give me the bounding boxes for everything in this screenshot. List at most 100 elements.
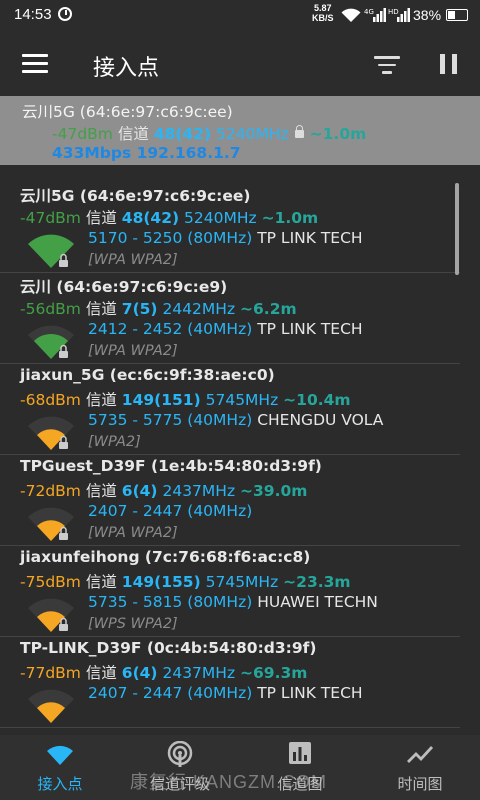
ap-channel: 149(151) <box>121 391 201 409</box>
wifi-signal-icon <box>28 598 74 632</box>
connected-channel: 48(42) <box>153 125 212 143</box>
ap-details: -68dBm 信道 149(151) 5745MHz ~10.4m <box>20 388 351 410</box>
ap-rssi: -75dBm <box>20 573 81 591</box>
wifi-signal-icon <box>28 507 74 541</box>
ap-security: [WPA WPA2] <box>88 252 178 268</box>
ap-channel-label: 信道 <box>85 300 117 318</box>
status-bar: 14:53 5.87 KB/S 4G HD 38% <box>0 0 480 32</box>
ap-rssi: -47dBm <box>20 209 81 227</box>
wifi-signal-icon <box>28 416 74 450</box>
connected-rssi: -47dBm <box>52 125 113 143</box>
list-item[interactable]: jiaxun_5G (ec:6c:9f:38:ae:c0) -68dBm 信道 … <box>0 364 460 455</box>
ap-security: [WPA2] <box>88 434 141 450</box>
ap-freq-range: 2407 - 2447 (40MHz) <box>88 502 253 520</box>
status-time: 14:53 <box>14 6 52 23</box>
ap-details: -72dBm 信道 6(4) 2437MHz ~39.0m <box>20 479 307 501</box>
svg-text:HD: HD <box>388 8 399 16</box>
ap-distance: ~6.2m <box>240 300 297 318</box>
wifi-signal-icon <box>28 234 74 268</box>
ap-rssi: -77dBm <box>20 664 81 682</box>
access-point-list[interactable]: 云川5G (64:6e:97:c6:9c:ee) -47dBm 信道 48(42… <box>0 165 480 735</box>
connected-distance: ~1.0m <box>309 125 367 143</box>
ap-range-info: 2412 - 2452 (40MHz) TP LINK TECH <box>88 320 363 338</box>
wifi-icon <box>47 745 73 765</box>
list-item[interactable]: 云川5G (64:6e:97:c6:9c:ee) -47dBm 信道 48(42… <box>0 182 460 273</box>
ap-distance: ~1.0m <box>261 209 319 227</box>
ap-freq-range: 5170 - 5250 (80MHz) <box>88 229 253 247</box>
watermark: 康复行 KANGZM.COM <box>130 772 327 792</box>
ap-distance: ~69.3m <box>240 664 308 682</box>
wifi-signal-icon <box>28 325 74 359</box>
ap-channel-label: 信道 <box>85 482 117 500</box>
ap-channel: 149(155) <box>121 573 201 591</box>
ap-frequency: 5745MHz <box>205 573 279 591</box>
ap-ssid: 云川5G (64:6e:97:c6:9c:ee) <box>20 187 251 205</box>
ap-rssi: -72dBm <box>20 482 81 500</box>
ap-distance: ~10.4m <box>283 391 351 409</box>
ap-ssid: jiaxunfeihong (7c:76:68:f6:ac:c8) <box>20 548 311 566</box>
list-scrollbar[interactable] <box>455 183 459 275</box>
ap-ssid: TPGuest_D39F (1e:4b:54:80:d3:9f) <box>20 457 322 475</box>
app-bar: 接入点 <box>0 32 480 96</box>
ap-vendor: TP LINK TECH <box>257 320 363 338</box>
menu-icon[interactable] <box>22 54 48 74</box>
list-item[interactable]: jiaxunfeihong (7c:76:68:f6:ac:c8) -75dBm… <box>0 546 460 637</box>
network-speed-value: 5.87 <box>313 3 332 13</box>
connected-link-info: 433Mbps 192.168.1.7 <box>52 144 241 162</box>
lock-icon <box>294 125 304 138</box>
ap-channel: 6(4) <box>121 664 158 682</box>
ap-freq-range: 2412 - 2452 (40MHz) <box>88 320 253 338</box>
connected-link-speed: 433Mbps <box>52 144 132 162</box>
ap-security: [WPS WPA2] <box>88 616 178 632</box>
ap-range-info: 2407 - 2447 (40MHz) TP LINK TECH <box>88 684 363 702</box>
ap-channel-label: 信道 <box>85 573 117 591</box>
filter-icon[interactable] <box>374 56 400 74</box>
connected-frequency: 5240MHz <box>216 125 289 143</box>
ap-frequency: 5745MHz <box>205 391 279 409</box>
ap-range-info: 2407 - 2447 (40MHz) <box>88 502 252 520</box>
alarm-icon <box>58 7 72 21</box>
tab-label: 接入点 <box>37 775 83 793</box>
wifi-status-icon <box>341 8 361 22</box>
ap-frequency: 2437MHz <box>162 482 236 500</box>
bar-chart-icon <box>289 742 311 764</box>
network-speed-unit: KB/S <box>312 13 334 23</box>
ap-vendor: CHENGDU VOLA <box>257 411 384 429</box>
ap-distance: ~23.3m <box>283 573 351 591</box>
list-item[interactable]: TP-LINK_D39F (0c:4b:54:80:d3:9f) -77dBm … <box>0 637 460 728</box>
ap-ssid: jiaxun_5G (ec:6c:9f:38:ae:c0) <box>20 366 275 384</box>
ap-ssid: TP-LINK_D39F (0c:4b:54:80:d3:9f) <box>20 639 317 657</box>
connected-access-point[interactable]: 云川5G (64:6e:97:c6:9c:ee) -47dBm 信道 48(42… <box>0 96 480 165</box>
ap-freq-range: 5735 - 5775 (40MHz) <box>88 411 253 429</box>
connected-details: -47dBm 信道 48(42) 5240MHz ~1.0m <box>52 122 366 144</box>
connected-channel-label: 信道 <box>117 125 149 143</box>
list-item[interactable]: 云川 (64:6e:97:c6:9c:e9) -56dBm 信道 7(5) 24… <box>0 273 460 364</box>
list-item[interactable]: TPGuest_D39F (1e:4b:54:80:d3:9f) -72dBm … <box>0 455 460 546</box>
connected-ip: 192.168.1.7 <box>136 144 241 162</box>
tab-access-points[interactable]: 接入点 <box>0 735 120 800</box>
connected-ssid: 云川5G (64:6e:97:c6:9c:ee) <box>22 103 233 121</box>
channel-rating-icon <box>167 741 193 767</box>
ap-frequency: 5240MHz <box>184 209 257 227</box>
ap-details: -47dBm 信道 48(42) 5240MHz ~1.0m <box>20 206 318 228</box>
ap-vendor: TP LINK TECH <box>257 684 363 702</box>
ap-channel: 48(42) <box>121 209 180 227</box>
svg-text:4G: 4G <box>364 8 374 16</box>
pause-icon[interactable] <box>440 54 458 74</box>
ap-ssid: 云川 (64:6e:97:c6:9c:e9) <box>20 278 228 296</box>
ap-channel: 7(5) <box>121 300 158 318</box>
ap-rssi: -56dBm <box>20 300 81 318</box>
wifi-signal-icon <box>28 689 74 723</box>
ap-distance: ~39.0m <box>240 482 308 500</box>
ap-frequency: 2442MHz <box>162 300 236 318</box>
ap-rssi: -68dBm <box>20 391 81 409</box>
ap-details: -77dBm 信道 6(4) 2437MHz ~69.3m <box>20 661 307 683</box>
ap-range-info: 5735 - 5815 (80MHz) HUAWEI TECHN <box>88 593 378 611</box>
ap-freq-range: 5735 - 5815 (80MHz) <box>88 593 253 611</box>
tab-time-graph[interactable]: 时间图 <box>360 735 480 800</box>
signal-hd-icon: HD <box>388 8 410 22</box>
line-chart-icon <box>407 746 434 763</box>
ap-security: [WPA WPA2] <box>88 525 178 541</box>
battery-icon <box>446 9 468 21</box>
battery-percent: 38% <box>413 7 442 23</box>
